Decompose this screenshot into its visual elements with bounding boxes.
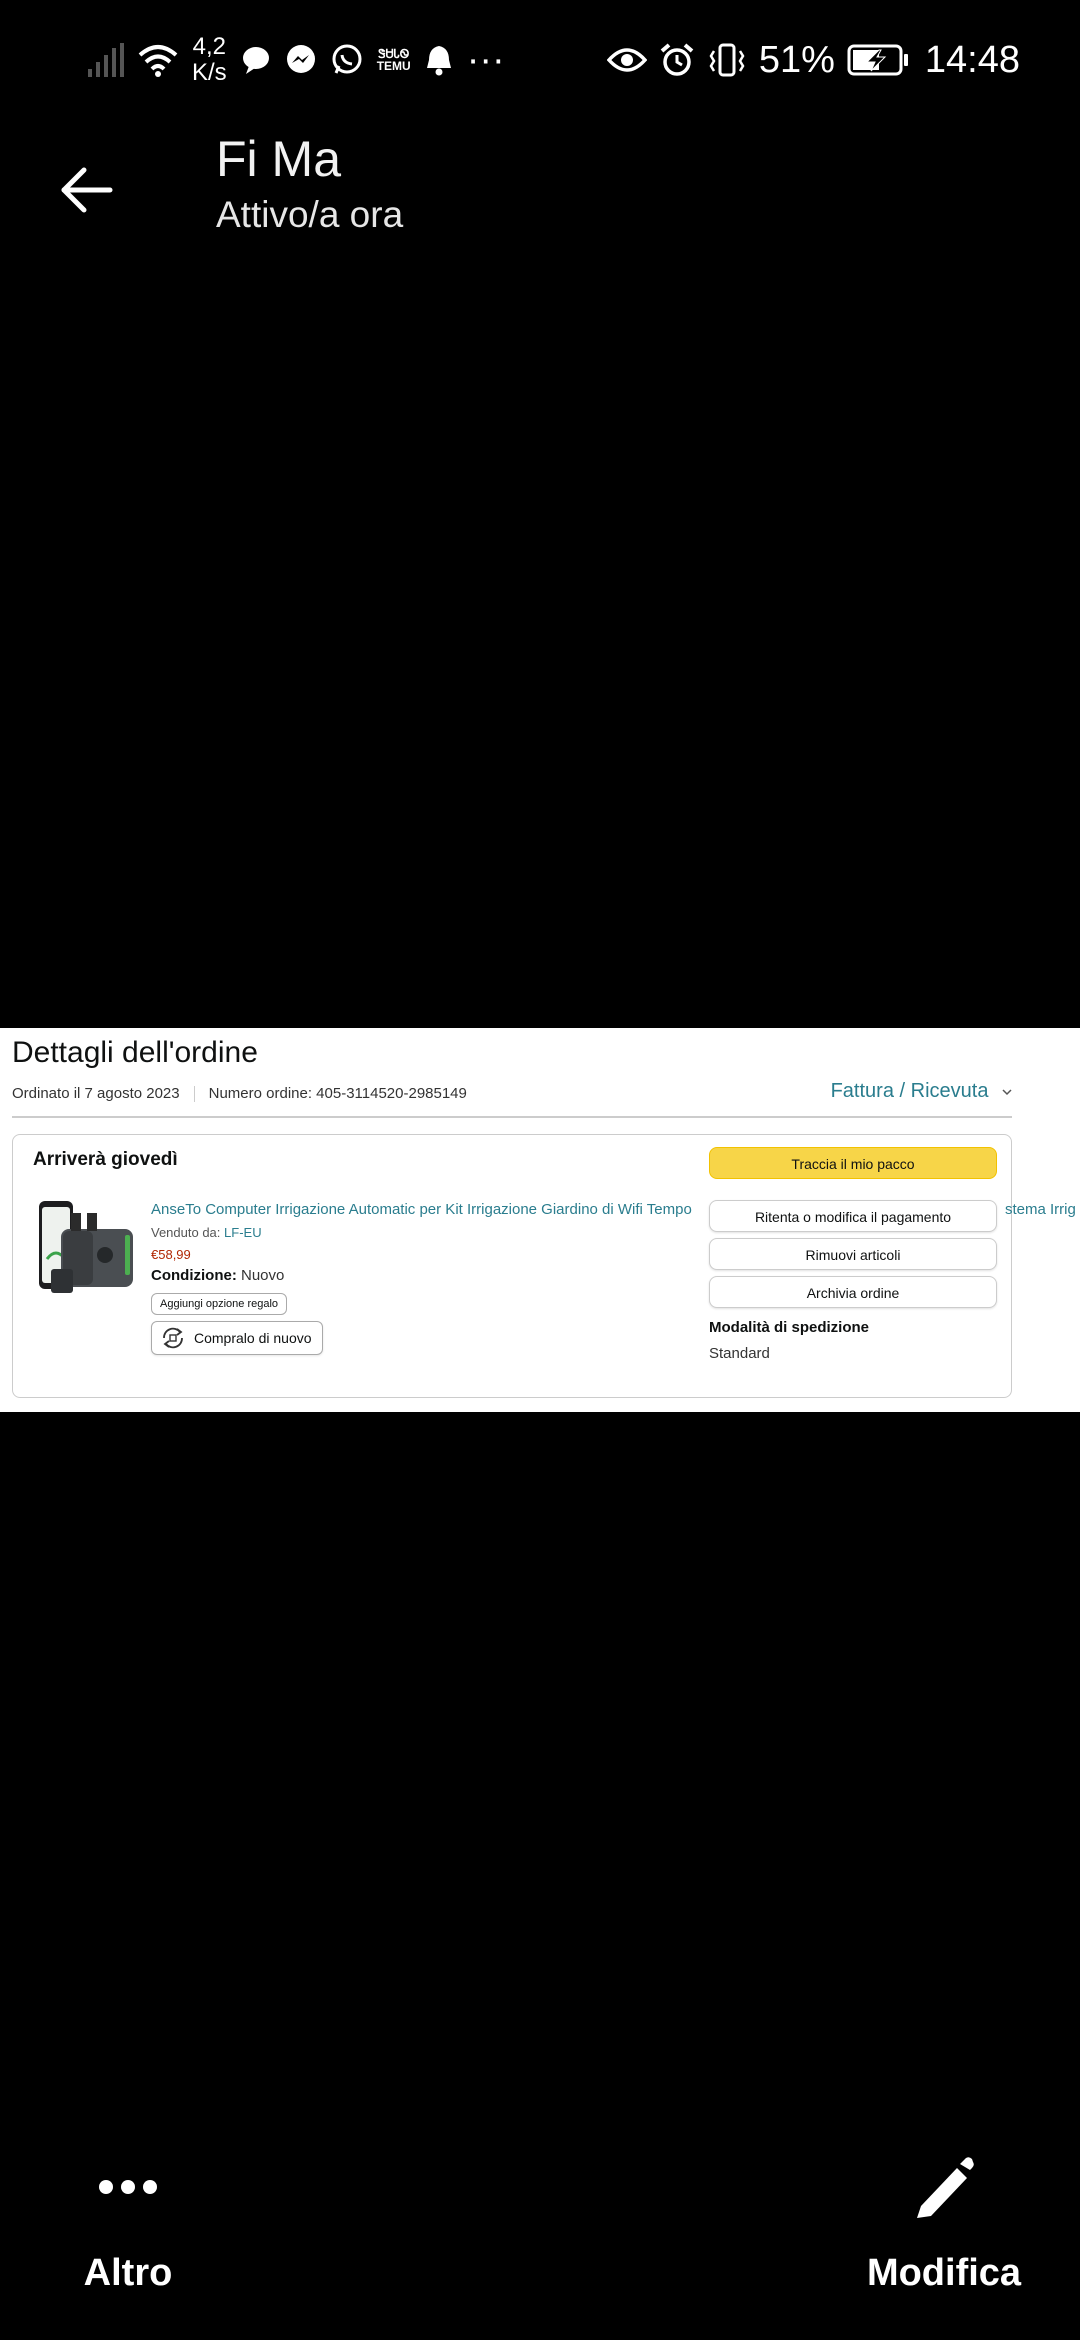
buy-again-button: Compralo di nuovo bbox=[151, 1321, 323, 1355]
condition-value: Nuovo bbox=[241, 1267, 285, 1284]
whatsapp-icon bbox=[331, 44, 363, 76]
network-speed: 4,2 K/s bbox=[192, 34, 227, 86]
invoice-link: Fattura / Ricevuta bbox=[831, 1080, 1014, 1103]
arrival-heading: Arriverà giovedì bbox=[33, 1149, 178, 1170]
shipment-card: Arriverà giovedì AnseTo Computer Irrigaz… bbox=[12, 1134, 1076, 1398]
order-date: Ordinato il 7 agosto 2023 bbox=[12, 1085, 180, 1102]
divider bbox=[12, 1116, 1012, 1118]
status-bar-left: 4,2 K/s ᏕᏌᏓᏫ TEMU ··· bbox=[88, 30, 505, 90]
pencil-icon bbox=[913, 2142, 975, 2232]
status-bar-right: 51% 14:48 bbox=[606, 30, 1020, 90]
status-bar: 4,2 K/s ᏕᏌᏓᏫ TEMU ··· 51% 14:48 bbox=[0, 0, 1080, 120]
shipping-method-heading: Modalità di spedizione bbox=[709, 1319, 870, 1336]
signal-icon bbox=[88, 43, 124, 77]
edit-label: Modifica bbox=[866, 2252, 1022, 2294]
product-price: €58,99 bbox=[151, 1247, 191, 1262]
remove-items-button: Rimuovi articoli bbox=[709, 1238, 997, 1270]
condition-label: Condizione: bbox=[151, 1267, 237, 1284]
product-thumbnail bbox=[37, 1199, 135, 1299]
bell-icon bbox=[425, 44, 453, 76]
invoice-link-label: Fattura / Ricevuta bbox=[830, 1080, 989, 1102]
meta-divider bbox=[193, 1085, 195, 1102]
wifi-icon bbox=[138, 43, 178, 77]
product-condition: Condizione: Nuovo bbox=[151, 1267, 284, 1284]
contact-name[interactable]: Fi Ma bbox=[216, 130, 341, 188]
seller-link: LF-EU bbox=[224, 1225, 262, 1240]
network-speed-unit: K/s bbox=[192, 59, 227, 86]
order-meta: Ordinato il 7 agosto 2023 Numero ordine:… bbox=[12, 1085, 467, 1102]
product-title-overflow: stema Irrig bbox=[1005, 1201, 1076, 1218]
chat-bubble-icon bbox=[241, 45, 271, 75]
track-package-button: Traccia il mio pacco bbox=[709, 1147, 997, 1179]
back-button[interactable] bbox=[52, 155, 122, 225]
archive-order-button: Archivia ordine bbox=[709, 1276, 997, 1308]
product-title-link: AnseTo Computer Irrigazione Automatic pe… bbox=[151, 1201, 692, 1218]
clock-time: 14:48 bbox=[924, 38, 1020, 81]
shipping-method-value: Standard bbox=[709, 1345, 770, 1362]
buy-again-icon bbox=[163, 1327, 183, 1349]
contact-status: Attivo/a ora bbox=[216, 194, 404, 235]
retry-payment-button: Ritenta o modifica il pagamento bbox=[709, 1200, 997, 1232]
more-dots-icon bbox=[98, 2142, 158, 2232]
arrow-left-icon bbox=[61, 167, 113, 213]
shared-image[interactable]: Dettagli dell'ordine Ordinato il 7 agost… bbox=[0, 1028, 1080, 1412]
temu-icon: ᏕᏌᏓᏫ TEMU bbox=[377, 48, 411, 72]
eye-icon bbox=[606, 46, 647, 74]
order-details-title: Dettagli dell'ordine bbox=[12, 1036, 258, 1069]
add-gift-option-button: Aggiungi opzione regalo bbox=[151, 1293, 288, 1315]
chevron-down-icon bbox=[1002, 1089, 1012, 1095]
order-number: Numero ordine: 405-3114520-2985149 bbox=[208, 1085, 467, 1102]
battery-percent: 51% bbox=[758, 38, 835, 81]
more-label: Altro bbox=[83, 2252, 173, 2294]
more-notifications-icon: ··· bbox=[466, 38, 505, 81]
seller-info: Venduto da: LF-EU bbox=[151, 1225, 262, 1240]
battery-charging-icon bbox=[847, 44, 909, 76]
alarm-icon bbox=[659, 42, 695, 78]
messenger-icon bbox=[285, 44, 317, 76]
network-speed-value: 4,2 bbox=[192, 33, 227, 60]
seller-prefix: Venduto da: bbox=[151, 1225, 221, 1240]
edit-button[interactable]: Modifica bbox=[858, 2142, 1030, 2295]
temu-icon-label: TEMU bbox=[376, 59, 411, 73]
buy-again-label: Compralo di nuovo bbox=[194, 1330, 312, 1346]
more-button[interactable]: Altro bbox=[50, 2142, 206, 2295]
vibrate-icon bbox=[707, 43, 747, 77]
conversation-header: Fi Ma Attivo/a ora bbox=[0, 130, 1080, 250]
